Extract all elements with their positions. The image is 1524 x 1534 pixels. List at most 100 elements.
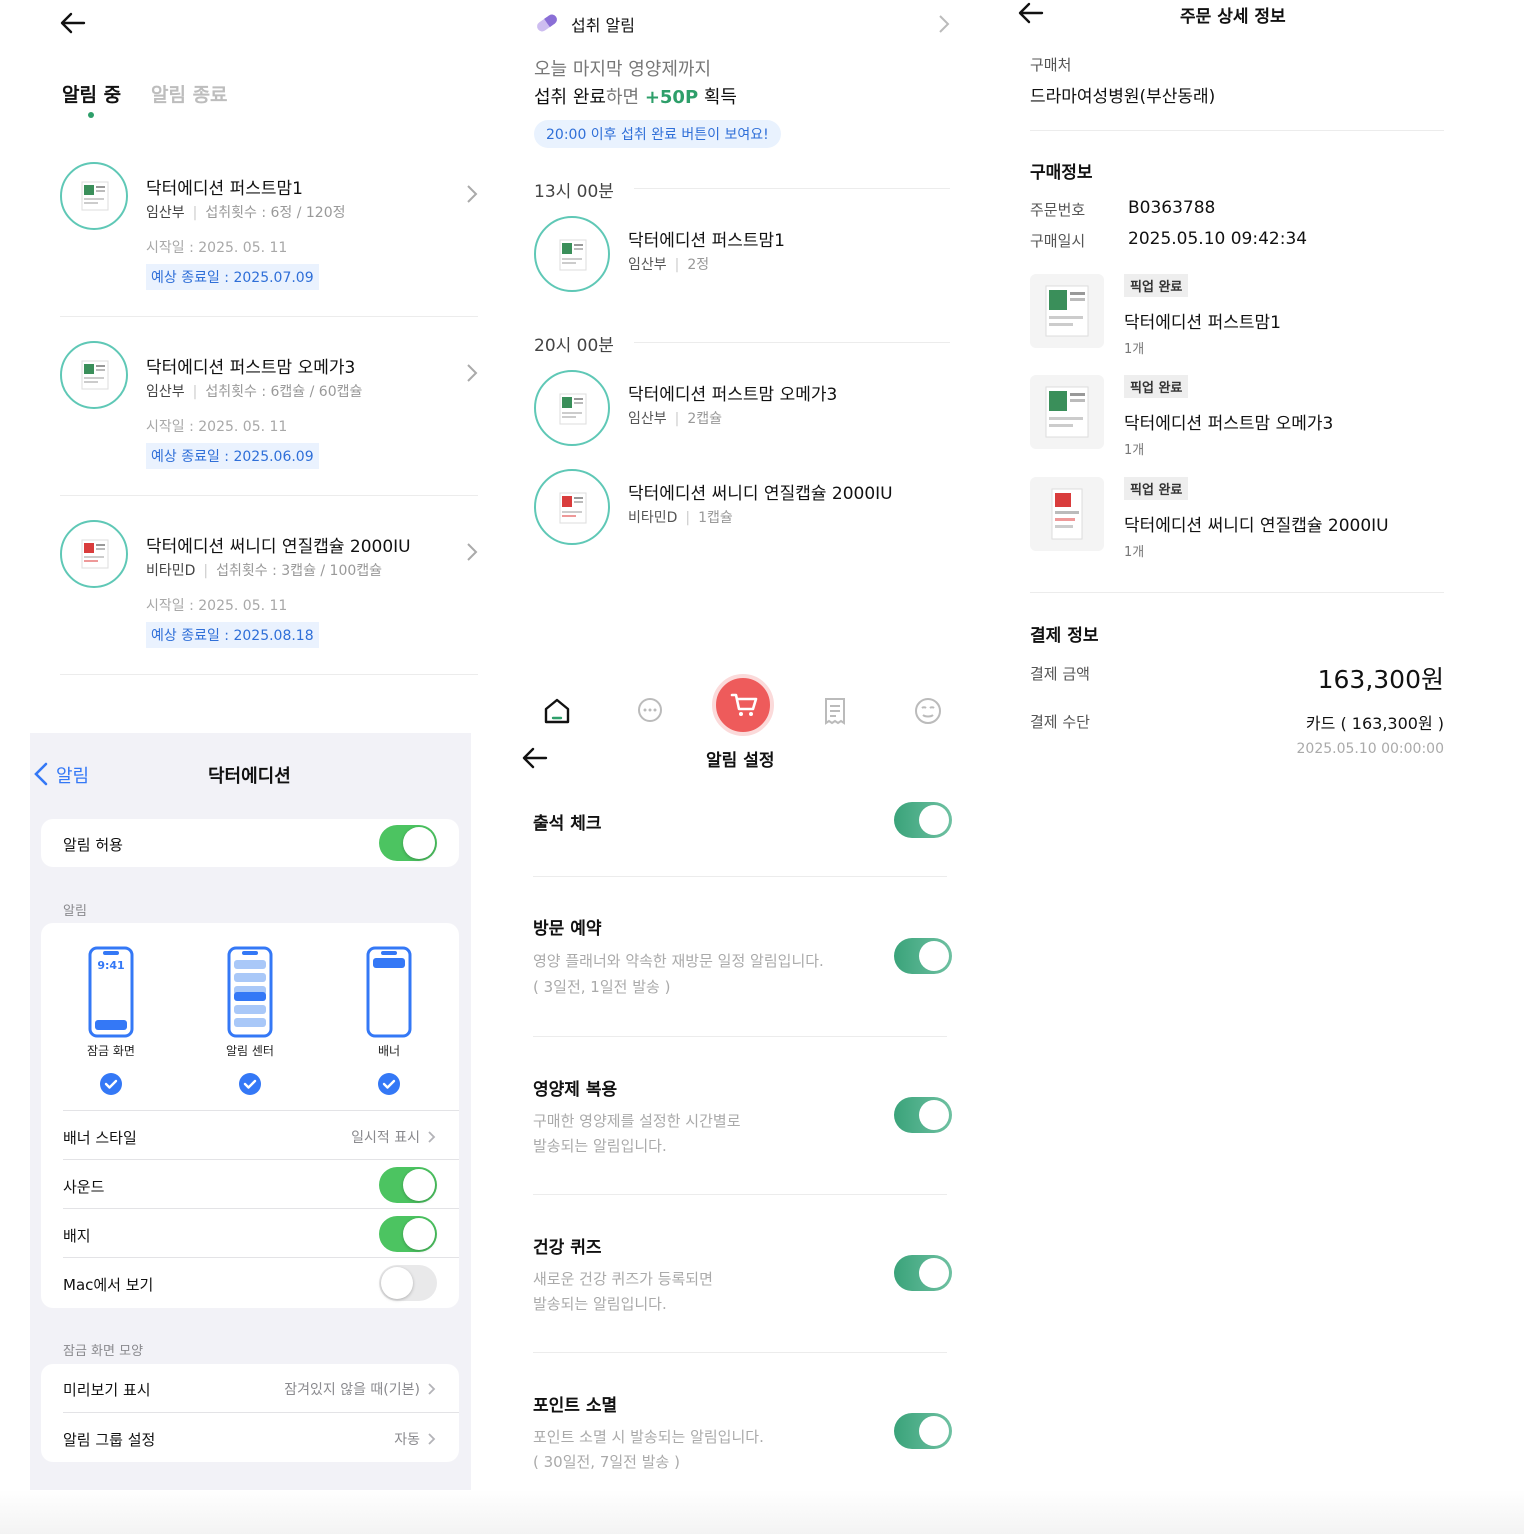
chat-icon[interactable] bbox=[635, 696, 665, 726]
product-thumbnail bbox=[534, 370, 610, 446]
product-name: 닥터에디션 퍼스트맘1 bbox=[1124, 313, 1281, 333]
banner-phone-icon[interactable] bbox=[366, 946, 412, 1042]
time-slot-label: 13시 00분 bbox=[534, 182, 614, 202]
divider bbox=[533, 1352, 947, 1353]
checkmark-icon[interactable] bbox=[378, 1073, 400, 1095]
health-quiz-toggle[interactable] bbox=[894, 1255, 952, 1291]
alarm-card[interactable]: 닥터에디션 써니디 연질캡슐 2000IU 비타민D | 섭취횟수 : 3캡슐 / … bbox=[60, 520, 478, 700]
order-item[interactable]: 픽업 완료 닥터에디션 써니디 연질캡슐 2000IU 1개 bbox=[1030, 477, 1444, 567]
receipt-icon[interactable] bbox=[820, 696, 850, 726]
payment-section-title: 결제 정보 bbox=[1030, 626, 1099, 646]
intake-alarm-header[interactable]: 섭취 알림 bbox=[571, 12, 635, 36]
product-thumbnail bbox=[534, 469, 610, 545]
checkmark-icon[interactable] bbox=[100, 1073, 122, 1095]
point-expiry-toggle[interactable] bbox=[894, 1413, 952, 1449]
notification-center-label: 알림 센터 bbox=[226, 1044, 274, 1058]
product-thumbnail bbox=[1030, 477, 1104, 551]
notification-grouping-label: 알림 그룹 설정 bbox=[63, 1431, 156, 1449]
divider bbox=[1030, 592, 1444, 593]
store-label: 구매처 bbox=[1030, 56, 1072, 74]
payment-amount-label: 결제 금액 bbox=[1030, 665, 1090, 683]
intake-item[interactable]: 닥터에디션 퍼스트맘 오메가3 임산부 | 2캡슐 bbox=[534, 370, 954, 450]
sound-label: 사운드 bbox=[63, 1178, 105, 1196]
banner-style-label: 배너 스타일 bbox=[63, 1129, 137, 1147]
product-meta: 임산부 | 섭취횟수 : 6정 / 120정 bbox=[146, 205, 346, 221]
alarm-card[interactable]: 닥터에디션 퍼스트맘1 임산부 | 섭취횟수 : 6정 / 120정 시작일 : 2… bbox=[60, 162, 478, 342]
purchase-section-title: 구매정보 bbox=[1030, 163, 1093, 183]
product-meta: 임산부 | 2캡슐 bbox=[628, 411, 723, 427]
chevron-right-icon bbox=[466, 542, 478, 566]
setting-description: 새로운 건강 퀴즈가 등록되면 bbox=[533, 1270, 713, 1288]
checkmark-icon[interactable] bbox=[239, 1073, 261, 1095]
product-meta: 임산부 | 2정 bbox=[628, 257, 710, 273]
product-meta: 비타민D | 섭취횟수 : 3캡슐 / 100캡슐 bbox=[146, 563, 383, 579]
banner-style-value[interactable]: 일시적 표시 bbox=[220, 1127, 420, 1147]
product-thumbnail bbox=[60, 162, 128, 230]
tab-active-alarms[interactable]: 알림 중 bbox=[62, 80, 121, 107]
lock-screen-time: 9:41 bbox=[97, 959, 125, 972]
setting-title: 포인트 소멸 bbox=[533, 1396, 618, 1416]
chevron-right-icon bbox=[427, 1381, 436, 1400]
alarm-card[interactable]: 닥터에디션 퍼스트맘 오메가3 임산부 | 섭취횟수 : 6캡슐 / 60캡슐 시작… bbox=[60, 341, 478, 521]
intake-item[interactable]: 닥터에디션 써니디 연질캡슐 2000IU 비타민D | 1캡슐 bbox=[534, 469, 954, 549]
allow-notifications-toggle[interactable] bbox=[379, 825, 437, 861]
cart-button[interactable] bbox=[712, 674, 774, 736]
setting-description: 발송되는 알림입니다. bbox=[533, 1295, 667, 1313]
divider bbox=[60, 316, 478, 317]
setting-description: ( 3일전, 1일전 발송 ) bbox=[533, 978, 671, 996]
intake-notice-badge: 20:00 이후 섭취 완료 버튼이 보여요! bbox=[534, 120, 781, 148]
badge-toggle[interactable] bbox=[379, 1216, 437, 1252]
tab-ended-alarms[interactable]: 알림 종료 bbox=[151, 80, 228, 107]
product-name: 닥터에디션 퍼스트맘 오메가3 bbox=[146, 358, 356, 378]
product-meta: 비타민D | 1캡슐 bbox=[628, 510, 733, 526]
setting-description: 발송되는 알림입니다. bbox=[533, 1137, 667, 1155]
back-icon[interactable] bbox=[58, 8, 88, 38]
product-name: 닥터에디션 써니디 연질캡슐 2000IU bbox=[146, 537, 411, 557]
page-title: 주문 상세 정보 bbox=[1180, 7, 1286, 27]
show-on-mac-label: Mac에서 보기 bbox=[63, 1276, 154, 1294]
start-date: 시작일 : 2025. 05. 11 bbox=[146, 419, 288, 435]
product-quantity: 1개 bbox=[1124, 342, 1145, 357]
show-preview-value[interactable]: 잠겨있지 않을 때(기본) bbox=[200, 1379, 420, 1399]
order-date-value: 2025.05.10 09:42:34 bbox=[1128, 229, 1308, 249]
back-button[interactable]: 알림 bbox=[56, 762, 89, 788]
chevron-right-icon bbox=[466, 363, 478, 387]
home-icon[interactable] bbox=[542, 696, 572, 726]
allow-notifications-label: 알림 허용 bbox=[63, 836, 123, 854]
banner-label: 배너 bbox=[377, 1044, 401, 1058]
bottom-edge bbox=[0, 1490, 1524, 1534]
divider bbox=[63, 1159, 459, 1160]
divider bbox=[634, 342, 950, 343]
notification-grouping-value[interactable]: 자동 bbox=[220, 1429, 420, 1449]
chevron-left-icon[interactable] bbox=[33, 762, 49, 790]
notification-center-phone-icon[interactable] bbox=[227, 946, 273, 1042]
chevron-right-icon bbox=[427, 1129, 436, 1148]
visit-reservation-toggle[interactable] bbox=[894, 938, 952, 974]
sound-toggle[interactable] bbox=[379, 1167, 437, 1203]
attendance-toggle[interactable] bbox=[894, 802, 952, 838]
order-item[interactable]: 픽업 완료 닥터에디션 퍼스트맘 오메가3 1개 bbox=[1030, 375, 1444, 465]
chevron-right-icon[interactable] bbox=[938, 14, 950, 38]
intake-item[interactable]: 닥터에디션 퍼스트맘1 임산부 | 2정 bbox=[534, 216, 954, 296]
setting-description: 영양 플래너와 약속한 재방문 일정 알림입니다. bbox=[533, 952, 824, 970]
supplement-intake-toggle[interactable] bbox=[894, 1097, 952, 1133]
smile-icon[interactable] bbox=[913, 696, 943, 726]
back-icon[interactable] bbox=[1016, 0, 1046, 26]
order-number-value: B0363788 bbox=[1128, 198, 1216, 218]
pill-icon bbox=[534, 12, 560, 38]
product-name: 닥터에디션 써니디 연질캡슐 2000IU bbox=[628, 484, 893, 504]
intake-message-line1: 오늘 마지막 영양제까지 bbox=[534, 59, 712, 80]
setting-title: 건강 퀴즈 bbox=[533, 1238, 602, 1258]
product-thumbnail bbox=[1030, 375, 1104, 449]
back-icon[interactable] bbox=[520, 744, 550, 772]
product-name: 닥터에디션 써니디 연질캡슐 2000IU bbox=[1124, 516, 1389, 536]
chevron-right-icon bbox=[427, 1431, 436, 1450]
show-on-mac-toggle[interactable] bbox=[379, 1265, 437, 1301]
intake-message-line2: 섭취 완료하면 +50P 획득 bbox=[534, 87, 737, 108]
divider bbox=[533, 1036, 947, 1037]
pickup-status-badge: 픽업 완료 bbox=[1124, 477, 1189, 500]
order-item[interactable]: 픽업 완료 닥터에디션 퍼스트맘1 1개 bbox=[1030, 274, 1444, 364]
product-quantity: 1개 bbox=[1124, 443, 1145, 458]
divider bbox=[533, 1194, 947, 1195]
page-title: 알림 설정 bbox=[706, 751, 775, 771]
